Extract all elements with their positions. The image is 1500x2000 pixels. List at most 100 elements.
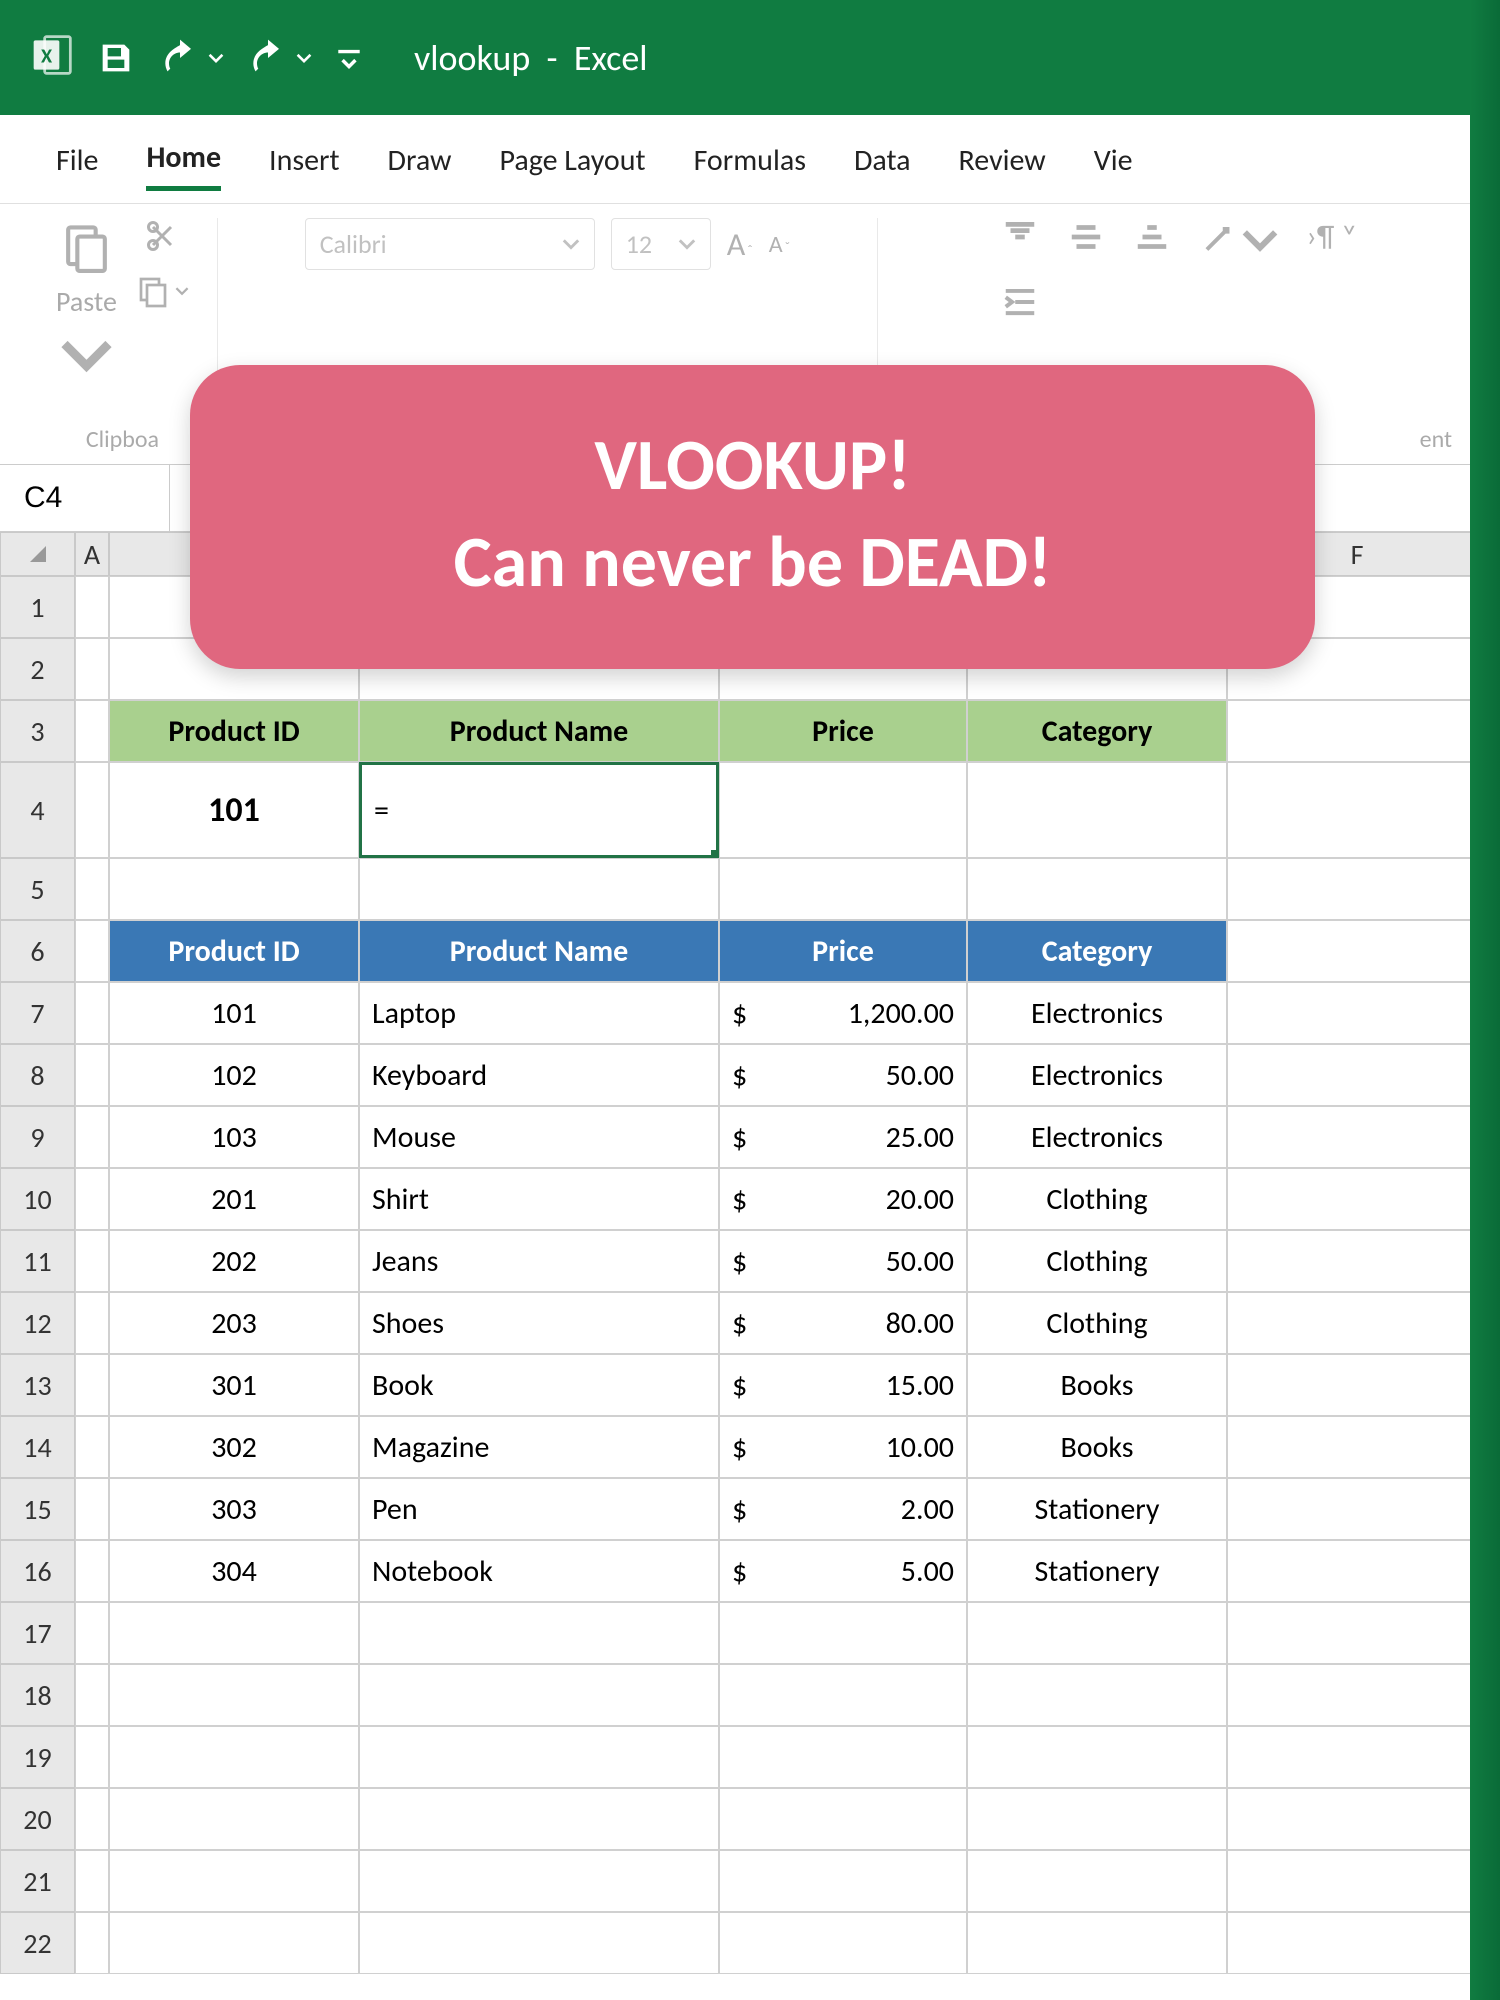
cell[interactable]: Product Name bbox=[359, 700, 719, 762]
row-header[interactable]: 13 bbox=[0, 1354, 75, 1416]
cell[interactable] bbox=[719, 1664, 967, 1726]
table-cell-price[interactable]: $5.00 bbox=[719, 1540, 967, 1602]
copy-icon[interactable] bbox=[135, 273, 189, 309]
cell[interactable] bbox=[1227, 982, 1487, 1044]
cell[interactable] bbox=[1227, 920, 1487, 982]
table-cell-category[interactable]: Stationery bbox=[967, 1478, 1227, 1540]
row-header[interactable]: 17 bbox=[0, 1602, 75, 1664]
cell[interactable] bbox=[359, 858, 719, 920]
row-header[interactable]: 15 bbox=[0, 1478, 75, 1540]
table-cell-name[interactable]: Book bbox=[359, 1354, 719, 1416]
row-header[interactable]: 20 bbox=[0, 1788, 75, 1850]
table-cell-price[interactable]: $50.00 bbox=[719, 1230, 967, 1292]
table-cell-id[interactable]: 303 bbox=[109, 1478, 359, 1540]
cell[interactable] bbox=[1227, 1540, 1487, 1602]
cell[interactable] bbox=[109, 1912, 359, 1974]
cell[interactable] bbox=[75, 1726, 109, 1788]
cell[interactable] bbox=[109, 1788, 359, 1850]
cell[interactable] bbox=[1227, 700, 1487, 762]
row-header[interactable]: 16 bbox=[0, 1540, 75, 1602]
paragraph-mark-icon[interactable]: ›¶ ˅ bbox=[1307, 218, 1358, 261]
table-cell-category[interactable]: Electronics bbox=[967, 982, 1227, 1044]
cell[interactable] bbox=[75, 1354, 109, 1416]
font-size-combobox[interactable]: 12 bbox=[611, 218, 711, 270]
cell[interactable] bbox=[1227, 1354, 1487, 1416]
table-cell-price[interactable]: $2.00 bbox=[719, 1478, 967, 1540]
table-cell-price[interactable]: $15.00 bbox=[719, 1354, 967, 1416]
table-cell-name[interactable]: Keyboard bbox=[359, 1044, 719, 1106]
customize-qat-button[interactable] bbox=[334, 43, 364, 73]
cell[interactable] bbox=[1227, 1664, 1487, 1726]
table-cell-category[interactable]: Books bbox=[967, 1416, 1227, 1478]
table-cell-id[interactable]: 202 bbox=[109, 1230, 359, 1292]
cell[interactable] bbox=[75, 1230, 109, 1292]
cell[interactable] bbox=[1227, 1292, 1487, 1354]
table-cell-name[interactable]: Magazine bbox=[359, 1416, 719, 1478]
row-header[interactable]: 5 bbox=[0, 858, 75, 920]
tab-home[interactable]: Home bbox=[146, 139, 221, 191]
cell[interactable] bbox=[75, 1292, 109, 1354]
row-header[interactable]: 22 bbox=[0, 1912, 75, 1974]
cell[interactable] bbox=[967, 858, 1227, 920]
align-middle-icon[interactable] bbox=[1067, 218, 1105, 261]
row-header[interactable]: 6 bbox=[0, 920, 75, 982]
cell[interactable] bbox=[359, 1602, 719, 1664]
cell[interactable]: Category bbox=[967, 920, 1227, 982]
row-header[interactable]: 2 bbox=[0, 638, 75, 700]
cell[interactable] bbox=[1227, 1602, 1487, 1664]
table-cell-category[interactable]: Stationery bbox=[967, 1540, 1227, 1602]
cell[interactable] bbox=[75, 1540, 109, 1602]
table-cell-name[interactable]: Laptop bbox=[359, 982, 719, 1044]
table-cell-id[interactable]: 203 bbox=[109, 1292, 359, 1354]
row-header[interactable]: 21 bbox=[0, 1850, 75, 1912]
cell[interactable] bbox=[75, 700, 109, 762]
cell[interactable] bbox=[75, 1478, 109, 1540]
cell[interactable] bbox=[75, 1602, 109, 1664]
cell[interactable] bbox=[967, 1602, 1227, 1664]
row-header[interactable]: 10 bbox=[0, 1168, 75, 1230]
table-cell-name[interactable]: Notebook bbox=[359, 1540, 719, 1602]
cell[interactable] bbox=[967, 1726, 1227, 1788]
cell[interactable] bbox=[967, 1850, 1227, 1912]
cell[interactable]: Price bbox=[719, 920, 967, 982]
table-cell-id[interactable]: 101 bbox=[109, 982, 359, 1044]
cell[interactable] bbox=[75, 1664, 109, 1726]
row-header[interactable]: 1 bbox=[0, 576, 75, 638]
cell[interactable] bbox=[75, 638, 109, 700]
orientation-icon[interactable] bbox=[1199, 218, 1279, 261]
cell[interactable] bbox=[1227, 1912, 1487, 1974]
table-cell-price[interactable]: $1,200.00 bbox=[719, 982, 967, 1044]
tab-file[interactable]: File bbox=[56, 142, 98, 189]
table-cell-category[interactable]: Clothing bbox=[967, 1168, 1227, 1230]
select-all-corner[interactable] bbox=[0, 532, 75, 576]
cell[interactable] bbox=[75, 576, 109, 638]
table-cell-id[interactable]: 103 bbox=[109, 1106, 359, 1168]
cell[interactable] bbox=[359, 1664, 719, 1726]
cell[interactable] bbox=[1227, 1850, 1487, 1912]
cell[interactable] bbox=[75, 1416, 109, 1478]
cell[interactable] bbox=[1227, 1044, 1487, 1106]
table-cell-price[interactable]: $20.00 bbox=[719, 1168, 967, 1230]
row-header[interactable]: 18 bbox=[0, 1664, 75, 1726]
align-top-icon[interactable] bbox=[1001, 218, 1039, 261]
increase-font-icon[interactable]: Aˆ bbox=[727, 225, 753, 264]
cell[interactable] bbox=[75, 1912, 109, 1974]
cell[interactable] bbox=[1227, 1478, 1487, 1540]
row-header[interactable]: 19 bbox=[0, 1726, 75, 1788]
cell[interactable] bbox=[359, 1788, 719, 1850]
cell[interactable] bbox=[719, 762, 967, 858]
cell[interactable] bbox=[1227, 1416, 1487, 1478]
cell[interactable] bbox=[967, 1788, 1227, 1850]
cell[interactable] bbox=[75, 1106, 109, 1168]
cell[interactable]: Category bbox=[967, 700, 1227, 762]
table-cell-name[interactable]: Shoes bbox=[359, 1292, 719, 1354]
table-cell-id[interactable]: 304 bbox=[109, 1540, 359, 1602]
name-box[interactable] bbox=[0, 465, 170, 531]
cell[interactable] bbox=[719, 858, 967, 920]
cell[interactable] bbox=[1227, 762, 1487, 858]
redo-button[interactable] bbox=[246, 36, 312, 80]
cell[interactable] bbox=[75, 1788, 109, 1850]
cell[interactable] bbox=[75, 858, 109, 920]
save-button[interactable] bbox=[96, 38, 136, 78]
undo-button[interactable] bbox=[158, 36, 224, 80]
